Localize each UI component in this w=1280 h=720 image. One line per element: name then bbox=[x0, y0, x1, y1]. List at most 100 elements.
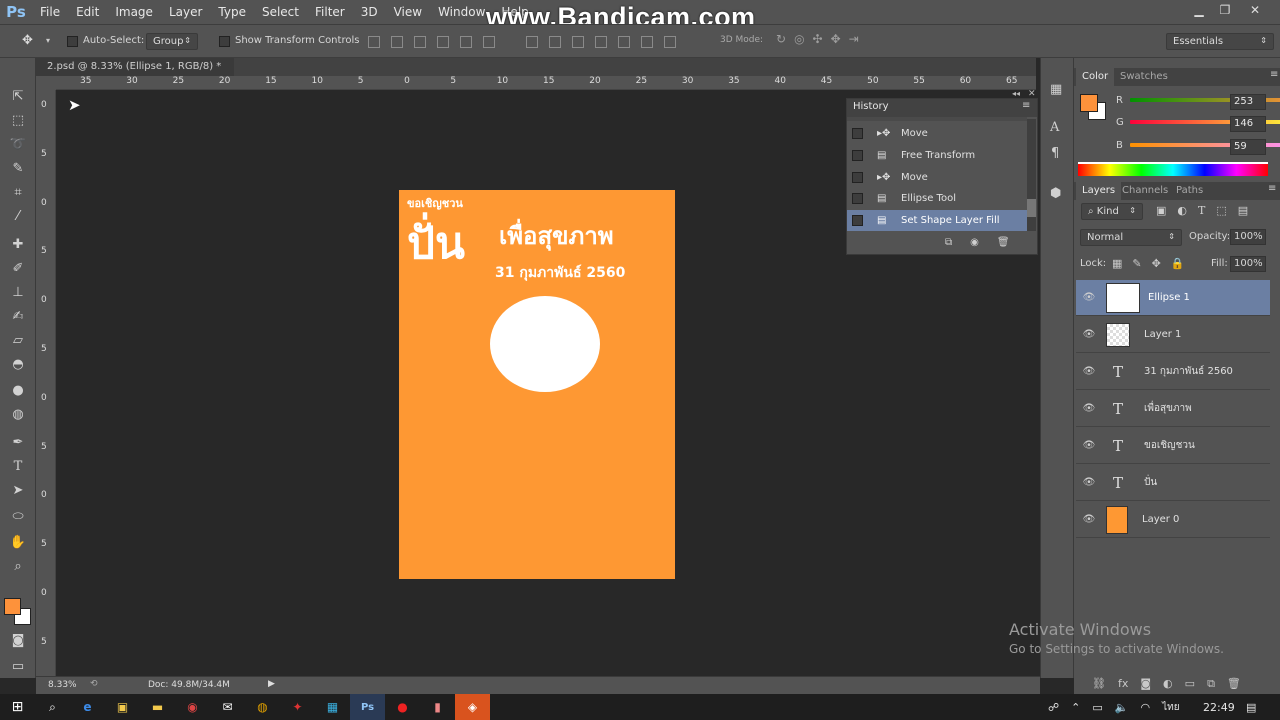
clock[interactable]: 22:49 bbox=[1203, 694, 1235, 720]
workspace-switcher[interactable]: Essentials ⇕ bbox=[1166, 33, 1274, 50]
eye-icon[interactable]: 👁 bbox=[1082, 477, 1096, 488]
new-layer-icon[interactable]: ⧉ bbox=[1207, 677, 1215, 691]
green-value-field[interactable]: 146 bbox=[1230, 116, 1266, 132]
edge-browser-icon[interactable]: e bbox=[70, 694, 105, 720]
menu-layer[interactable]: Layer bbox=[161, 0, 210, 24]
roll-3d-icon[interactable]: ◎ bbox=[794, 32, 804, 46]
language-indicator[interactable]: ไทย bbox=[1162, 700, 1179, 715]
link-layers-icon[interactable]: ⛓ bbox=[1092, 677, 1106, 691]
adjustment-layer-icon[interactable]: ◐ bbox=[1163, 677, 1173, 691]
rotate-3d-icon[interactable]: ↻ bbox=[776, 32, 786, 46]
chevron-up-icon[interactable]: ⌃ bbox=[1071, 701, 1080, 714]
layer-row-text-ride[interactable]: 👁 T ปั่น bbox=[1076, 465, 1270, 501]
align-bottom-icon[interactable] bbox=[414, 36, 426, 48]
paint-bucket-tool-icon[interactable]: ◓ bbox=[8, 354, 28, 374]
eye-icon[interactable]: 👁 bbox=[1082, 403, 1096, 414]
zoom-tool-icon[interactable]: ⌕ bbox=[8, 556, 28, 576]
distribute-vcenter-icon[interactable] bbox=[549, 36, 561, 48]
lock-position-icon[interactable]: ✥ bbox=[1152, 257, 1161, 270]
ruler-vertical[interactable]: 0 5 0 5 0 5 0 5 0 5 0 5 bbox=[36, 90, 56, 676]
type-tool-icon[interactable]: T bbox=[8, 456, 28, 476]
eyedropper-tool-icon[interactable]: ⁄ bbox=[8, 206, 28, 226]
menu-select[interactable]: Select bbox=[254, 0, 307, 24]
history-panel-title[interactable]: History bbox=[853, 101, 889, 112]
menu-view[interactable]: View bbox=[386, 0, 430, 24]
file-explorer-icon[interactable]: ▬ bbox=[140, 694, 175, 720]
menu-type[interactable]: Type bbox=[210, 0, 254, 24]
move-tool-icon[interactable]: ⇱ bbox=[8, 86, 28, 106]
pen-tool-icon[interactable]: ✒ bbox=[8, 432, 28, 452]
clone-stamp-tool-icon[interactable]: ⊥ bbox=[8, 282, 28, 302]
filter-adjustment-icon[interactable]: ◐ bbox=[1177, 204, 1187, 217]
align-left-icon[interactable] bbox=[437, 36, 449, 48]
camera-icon[interactable]: ◉ bbox=[970, 237, 979, 248]
screen-mode-icon[interactable]: ▭ bbox=[8, 656, 28, 676]
panel-menu-icon[interactable]: ≡ bbox=[1270, 69, 1278, 80]
ellipse-tool-icon[interactable]: ⬭ bbox=[8, 506, 28, 526]
new-document-from-state-icon[interactable]: ⧉ bbox=[945, 237, 952, 248]
red-value-field[interactable]: 253 bbox=[1230, 94, 1266, 110]
color-spectrum-ramp[interactable] bbox=[1078, 162, 1268, 176]
notifications-icon[interactable]: ▤ bbox=[1246, 694, 1256, 720]
eye-icon[interactable]: 👁 bbox=[1082, 292, 1096, 303]
layer-filter-kind-dropdown[interactable]: ⌕ Kind ⇕ bbox=[1081, 203, 1143, 220]
layer-row-text-date[interactable]: 👁 T 31 กุมภาพันธ์ 2560 bbox=[1076, 354, 1270, 390]
fill-field[interactable]: 100% bbox=[1230, 256, 1266, 272]
chrome-icon[interactable]: ◍ bbox=[245, 694, 280, 720]
layer-style-icon[interactable]: fx bbox=[1118, 677, 1128, 691]
windows-start-icon[interactable]: ⊞ bbox=[0, 694, 35, 720]
healing-brush-tool-icon[interactable]: ✚ bbox=[8, 234, 28, 254]
auto-select-checkbox[interactable] bbox=[67, 36, 78, 50]
layer-row-text-invite[interactable]: 👁 T ขอเชิญชวน bbox=[1076, 428, 1270, 464]
paragraph-panel-icon[interactable]: ¶ bbox=[1051, 146, 1059, 161]
layer-row-layer-0[interactable]: 👁 Layer 0 bbox=[1076, 502, 1270, 538]
character-panel-icon[interactable]: A bbox=[1050, 120, 1059, 135]
app-icon-orange[interactable]: ◈ bbox=[455, 694, 490, 720]
lock-pixels-icon[interactable]: ✎ bbox=[1132, 257, 1141, 270]
filter-type-icon[interactable]: T bbox=[1198, 204, 1205, 217]
store-icon[interactable]: ▣ bbox=[105, 694, 140, 720]
tab-layers[interactable]: Layers bbox=[1076, 182, 1122, 200]
path-select-tool-icon[interactable]: ➤ bbox=[8, 480, 28, 500]
history-item-set-shape-fill[interactable]: ▤ Set Shape Layer Fill bbox=[847, 210, 1027, 231]
status-icon[interactable]: ⟲ bbox=[90, 679, 98, 689]
panel-menu-icon[interactable]: ≡ bbox=[1022, 100, 1030, 111]
menu-file[interactable]: File bbox=[32, 0, 68, 24]
tool-preset-chevron-icon[interactable]: ▾ bbox=[46, 36, 50, 45]
search-icon[interactable]: ⌕ bbox=[35, 694, 70, 720]
distribute-hcenter-icon[interactable] bbox=[618, 36, 630, 48]
tab-paths[interactable]: Paths bbox=[1170, 182, 1209, 200]
panel-menu-icon[interactable]: ≡ bbox=[1268, 183, 1276, 194]
align-right-icon[interactable] bbox=[483, 36, 495, 48]
bandicam-record-icon[interactable]: ● bbox=[385, 694, 420, 720]
battery-icon[interactable]: ▭ bbox=[1092, 701, 1102, 714]
document-tab[interactable]: 2.psd @ 8.33% (Ellipse 1, RGB/8) * × bbox=[36, 58, 234, 90]
scale-3d-icon[interactable]: ⇥ bbox=[849, 32, 859, 46]
app-icon-blue[interactable]: ▦ bbox=[315, 694, 350, 720]
blend-mode-dropdown[interactable]: Normal ⇕ bbox=[1080, 229, 1182, 246]
trash-icon[interactable]: 🗑 bbox=[997, 237, 1010, 248]
layer-row-layer-1[interactable]: 👁 Layer 1 bbox=[1076, 317, 1270, 353]
tab-channels[interactable]: Channels bbox=[1116, 182, 1174, 200]
eraser-tool-icon[interactable]: ▱ bbox=[8, 330, 28, 350]
app-icon-book[interactable]: ▮ bbox=[420, 694, 455, 720]
align-vcenter-icon[interactable] bbox=[391, 36, 403, 48]
history-snapshot-checkbox[interactable] bbox=[852, 193, 863, 204]
menu-window[interactable]: Window bbox=[430, 0, 493, 24]
app-icon-red[interactable]: ✦ bbox=[280, 694, 315, 720]
ruler-horizontal[interactable]: 35 30 25 20 15 10 5 0 5 10 15 20 25 30 35 40 45 50 55 60 65 bbox=[56, 76, 1036, 90]
ruler-origin[interactable] bbox=[36, 76, 56, 90]
3d-panel-icon[interactable]: ⬢ bbox=[1050, 186, 1061, 201]
eye-icon[interactable]: 👁 bbox=[1082, 514, 1096, 525]
auto-align-icon[interactable] bbox=[664, 36, 676, 48]
crop-tool-icon[interactable]: ⌗ bbox=[8, 182, 28, 202]
show-transform-checkbox[interactable] bbox=[219, 36, 230, 50]
history-snapshot-checkbox[interactable] bbox=[852, 215, 863, 226]
slide-3d-icon[interactable]: ✥ bbox=[831, 32, 841, 46]
history-item-ellipse-tool[interactable]: ▤ Ellipse Tool bbox=[847, 188, 1027, 209]
distribute-right-icon[interactable] bbox=[641, 36, 653, 48]
foreground-color-swatch[interactable] bbox=[1080, 94, 1098, 112]
zoom-level[interactable]: 8.33% bbox=[48, 680, 77, 690]
wifi-icon[interactable]: ◠ bbox=[1140, 701, 1150, 714]
opacity-field[interactable]: 100% bbox=[1230, 229, 1266, 245]
